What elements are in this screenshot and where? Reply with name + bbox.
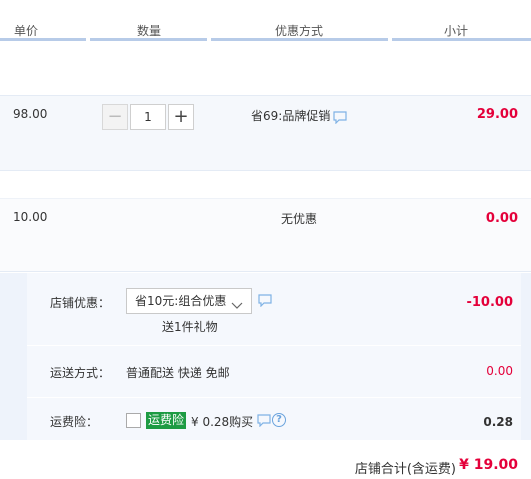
header-divider <box>90 38 207 41</box>
help-icon[interactable]: ? <box>272 413 286 427</box>
item-subtotal: 29.00 <box>476 107 518 122</box>
insurance-badge: 运费险 <box>146 412 187 429</box>
item-unit-price: 98.00 <box>13 107 48 121</box>
item-subtotal: 0.00 <box>485 211 518 226</box>
shop-discount-label: 店铺优惠： <box>50 296 111 310</box>
shop-shipping-row: 运送方式： 普通配送 快递 免邮 0.00 <box>27 345 521 398</box>
quantity-input[interactable]: 1 <box>130 104 166 130</box>
shop-total-row: 店铺合计(含运费) ¥ 19.00 <box>0 444 531 479</box>
header-divider <box>211 38 388 41</box>
chat-icon[interactable] <box>257 414 271 430</box>
chat-icon[interactable] <box>258 294 272 310</box>
header-price: 单价 <box>14 24 39 38</box>
shop-discount-select[interactable]: 省10元:组合优惠 <box>126 288 252 314</box>
chat-icon[interactable] <box>333 111 347 127</box>
shipping-amount: 0.00 <box>486 364 513 378</box>
shipping-method-text: 普通配送 快递 免邮 <box>126 366 230 380</box>
increase-quantity-button[interactable]: + <box>168 104 194 130</box>
cart-header: 单价 数量 优惠方式 小计 <box>0 0 531 41</box>
insurance-price: ¥ 0.28购买 <box>191 415 254 429</box>
decrease-quantity-button[interactable]: − <box>102 104 128 130</box>
item-unit-price: 10.00 <box>13 210 48 224</box>
shop-summary-inner: 店铺优惠： 省10元:组合优惠 送1件礼物 -10.00 运送方式： 普通配送 … <box>27 273 521 440</box>
shop-discount-amount: -10.00 <box>466 295 513 310</box>
header-subtotal: 小计 <box>444 24 469 38</box>
item-promo-text: 无优惠 <box>281 212 318 226</box>
shop-total-label: 店铺合计(含运费) <box>354 462 456 477</box>
insurance-label: 运费险： <box>50 415 99 429</box>
insurance-amount: 0.28 <box>483 415 513 429</box>
insurance-checkbox[interactable] <box>126 413 141 428</box>
shop-summary-panel: 店铺优惠： 省10元:组合优惠 送1件礼物 -10.00 运送方式： 普通配送 … <box>0 273 531 440</box>
cart-item-row: 10.00 无优惠 0.00 <box>0 198 531 272</box>
header-promo: 优惠方式 <box>275 24 324 38</box>
cart-item-row: 98.00 − 1 + 省69:品牌促销 29.00 <box>0 95 531 171</box>
quantity-stepper: − 1 + <box>102 104 194 130</box>
chevron-down-icon <box>231 295 243 309</box>
gift-text[interactable]: 送1件礼物 <box>162 318 218 335</box>
shop-total-amount: ¥ 19.00 <box>459 457 518 473</box>
item-promo-text: 省69:品牌促销 <box>251 109 331 123</box>
shop-discount-select-value: 省10元:组合优惠 <box>135 294 227 308</box>
header-divider <box>392 38 531 41</box>
shipping-label: 运送方式： <box>50 366 111 380</box>
header-divider <box>0 38 86 41</box>
header-quantity: 数量 <box>137 24 162 38</box>
shop-discount-row: 店铺优惠： 省10元:组合优惠 送1件礼物 -10.00 <box>27 273 521 346</box>
